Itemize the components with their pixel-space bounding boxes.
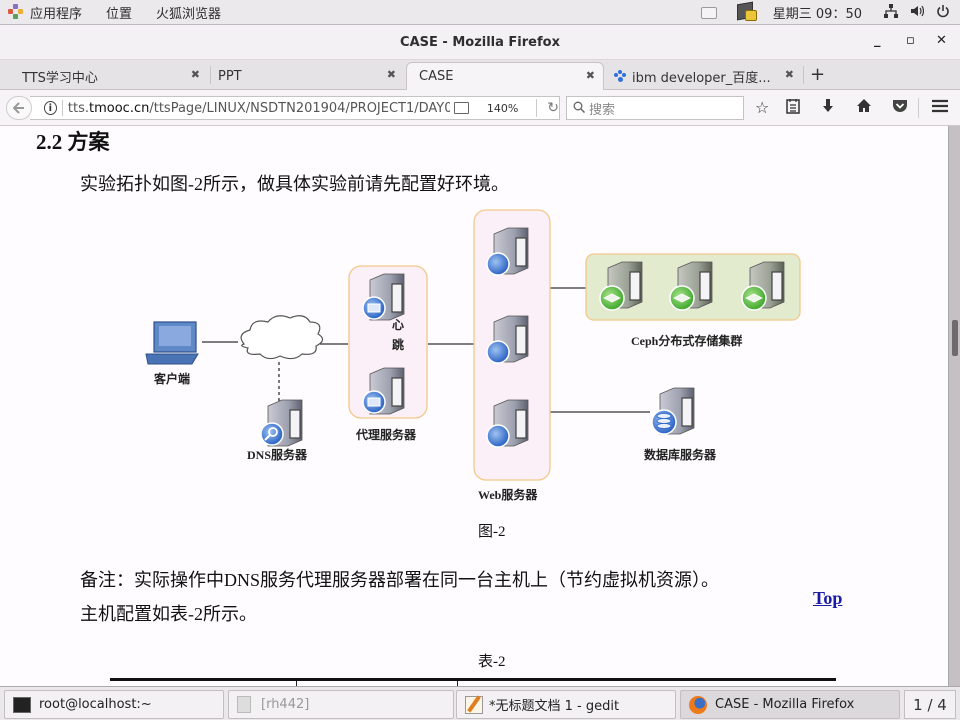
label-client: 客户端: [154, 372, 191, 386]
volume-icon[interactable]: [910, 4, 925, 22]
screen-lock-icon[interactable]: [736, 1, 759, 23]
menu-firefox[interactable]: 火狐浏览器: [156, 3, 221, 22]
task-terminal[interactable]: root@localhost:~: [4, 690, 224, 719]
back-button[interactable]: [6, 96, 32, 120]
tab-separator: [803, 66, 804, 84]
label-ceph: Ceph分布式存储集群: [631, 334, 743, 348]
bookmark-star-icon[interactable]: ☆: [755, 98, 769, 117]
firefox-icon: [689, 695, 707, 714]
label-heartbeat-2: 跳: [392, 338, 405, 352]
reading-list-icon[interactable]: [786, 98, 800, 118]
minimize-button[interactable]: _: [874, 33, 881, 48]
new-tab-button[interactable]: +: [810, 64, 825, 85]
search-input[interactable]: 搜索: [566, 96, 744, 120]
pocket-icon[interactable]: [892, 98, 908, 117]
tab-label: TTS学习中心: [22, 70, 98, 86]
task-rh442[interactable]: [rh442]: [228, 690, 454, 719]
tab-close-icon[interactable]: ✖: [785, 68, 794, 81]
menu-places[interactable]: 位置: [106, 3, 132, 22]
reader-view-icon[interactable]: [453, 102, 469, 114]
section-heading: 2.2 方案: [36, 130, 110, 154]
url-text[interactable]: tts.tmooc.cn/ttsPage/LINUX/NSDTN201904/P…: [68, 101, 450, 116]
site-info-icon[interactable]: i: [43, 101, 57, 115]
tab-tts[interactable]: TTS学习中心 ✖: [0, 62, 208, 90]
label-db: 数据库服务器: [644, 448, 717, 462]
database-server-icon: [651, 387, 695, 435]
tab-close-icon[interactable]: ✖: [387, 68, 396, 81]
search-icon: [573, 101, 586, 116]
reload-icon[interactable]: ↻: [547, 100, 559, 116]
tab-case[interactable]: CASE ✖: [406, 62, 604, 90]
menu-applications[interactable]: 应用程序: [30, 3, 82, 22]
tab-bar: TTS学习中心 ✖ PPT ✖ CASE ✖ ibm developer_百度.…: [0, 60, 960, 90]
note-paragraph: 备注：实际操作中DNS服务代理服务器部署在同一台主机上（节约虚拟机资源）。: [80, 570, 720, 590]
intro-paragraph: 实验拓扑如图-2所示，做具体实验前请先配置好环境。: [80, 174, 509, 194]
tab-baidu[interactable]: ibm developer_百度... ✖: [594, 62, 802, 90]
tab-label: PPT: [218, 68, 242, 84]
close-button[interactable]: ✕: [936, 33, 947, 48]
terminal-icon: [13, 696, 31, 713]
task-label: CASE - Mozilla Firefox: [715, 697, 855, 712]
label-web: Web服务器: [478, 488, 538, 502]
system-top-bar: 应用程序 位置 火狐浏览器 星期三 09：50: [0, 0, 960, 25]
task-firefox[interactable]: CASE - Mozilla Firefox: [680, 690, 900, 719]
document-icon: [237, 696, 251, 713]
tab-label: ibm developer_百度...: [632, 70, 771, 86]
power-icon[interactable]: [936, 4, 950, 22]
maximize-button[interactable]: ▫: [906, 33, 915, 48]
label-proxy: 代理服务器: [356, 428, 417, 442]
search-placeholder: 搜索: [589, 102, 616, 118]
task-label: *无标题文档 1 - gedit: [489, 699, 620, 714]
toolbar-separator: [918, 98, 919, 118]
tab-ppt[interactable]: PPT ✖: [196, 62, 404, 90]
window-title: CASE - Mozilla Firefox: [400, 34, 560, 50]
figure-caption: 图-2: [478, 524, 506, 540]
reload-separator: [536, 99, 538, 117]
url-bar[interactable]: i tts.tmooc.cn/ttsPage/LINUX/NSDTN201904…: [30, 96, 560, 120]
label-heartbeat-1: 心: [392, 318, 405, 332]
keyboard-icon[interactable]: [700, 6, 717, 19]
zoom-level[interactable]: 140%: [483, 101, 522, 116]
network-icon[interactable]: [884, 3, 898, 22]
top-link[interactable]: Top: [813, 588, 842, 609]
navigation-toolbar: i tts.tmooc.cn/ttsPage/LINUX/NSDTN201904…: [0, 90, 960, 126]
applications-icon: [8, 4, 24, 20]
label-dns: DNS服务器: [247, 448, 308, 462]
downloads-icon[interactable]: [821, 98, 835, 118]
task-label: [rh442]: [261, 697, 310, 712]
home-icon[interactable]: [856, 98, 872, 117]
task-gedit[interactable]: *无标题文档 1 - gedit: [456, 690, 676, 719]
clock[interactable]: 星期三 09：50: [773, 3, 862, 22]
menu-hamburger-icon[interactable]: [932, 98, 948, 117]
topology-diagram: 客户端 DNS服务器 心 跳 代理服务器 Web服务器 Ceph分布式存储集群 …: [140, 204, 820, 504]
host-config-paragraph: 主机配置如表-2所示。: [80, 604, 257, 624]
scrollbar-thumb[interactable]: [952, 320, 958, 356]
table-top-border: [110, 678, 836, 681]
tab-label: CASE: [419, 69, 454, 84]
taskbar: root@localhost:~ [rh442] *无标题文档 1 - gedi…: [0, 686, 960, 720]
workspace-switcher[interactable]: 1 / 4: [904, 690, 956, 719]
client-computer: [145, 321, 199, 365]
dns-server-icon: [260, 399, 303, 447]
window-titlebar[interactable]: CASE - Mozilla Firefox _ ▫ ✕: [0, 25, 960, 60]
gedit-icon: [465, 695, 483, 714]
page-content: 2.2 方案 实验拓扑如图-2所示，做具体实验前请先配置好环境。 客户端 DNS…: [0, 126, 948, 686]
baidu-paw-icon: [614, 70, 626, 82]
task-label: root@localhost:~: [39, 697, 152, 712]
table-caption: 表-2: [478, 654, 506, 670]
vertical-scrollbar[interactable]: [948, 126, 960, 686]
url-separator: [61, 100, 63, 116]
